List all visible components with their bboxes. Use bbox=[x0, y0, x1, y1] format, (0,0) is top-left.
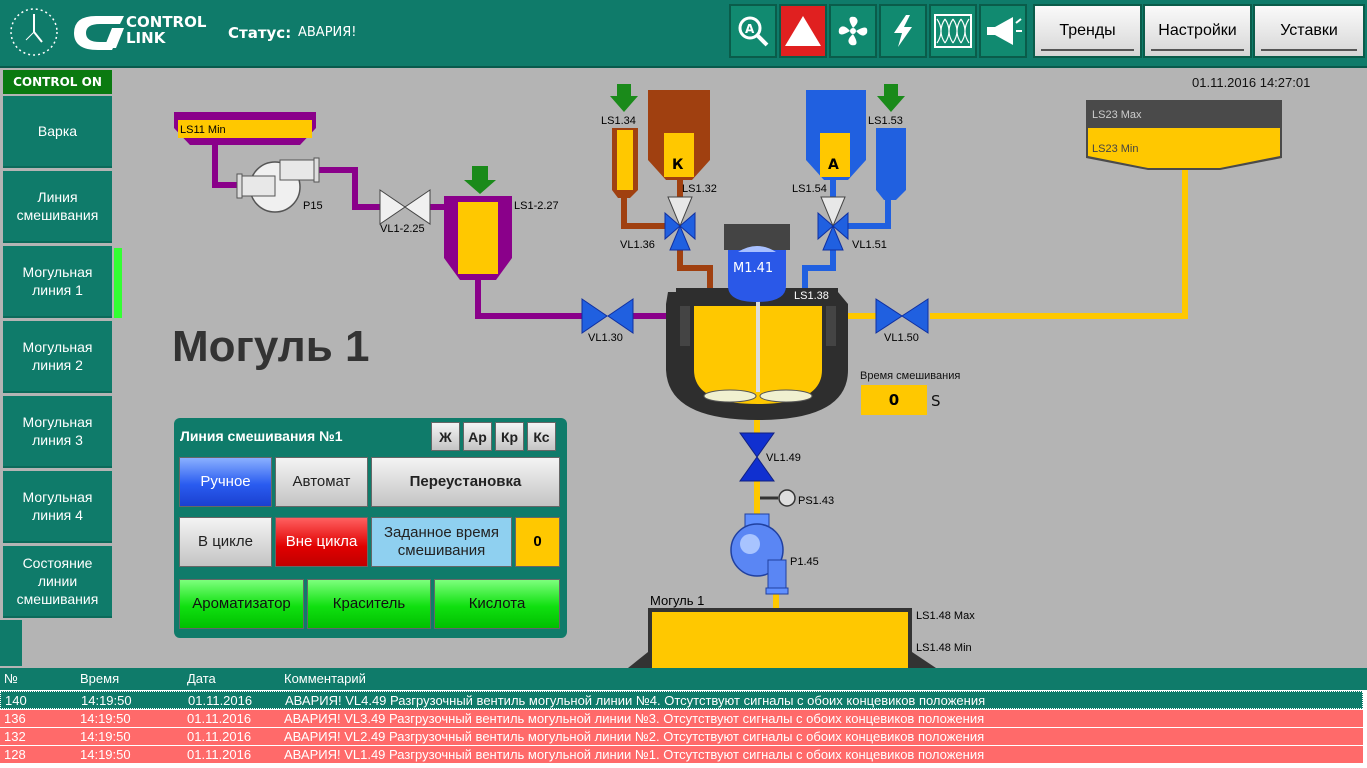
mogul-tank-label: Могуль 1 bbox=[650, 593, 704, 608]
row-num: 140 bbox=[5, 693, 27, 708]
mix-time-label: Время смешивания bbox=[860, 370, 961, 382]
table-row[interactable]: 128 14:19:50 01.11.2016 АВАРИЯ! VL1.49 Р… bbox=[0, 746, 1363, 764]
vl1-225-label: VL1-2.25 bbox=[380, 223, 425, 235]
mix-time-unit: S bbox=[931, 392, 941, 410]
set-mix-time-input[interactable]: 0 bbox=[515, 517, 560, 567]
row-time: 14:19:50 bbox=[80, 711, 131, 726]
p145-pump-icon[interactable] bbox=[730, 513, 789, 595]
fill-arrow-icon bbox=[610, 84, 638, 112]
mogul-tank bbox=[628, 608, 936, 668]
tag-ks-button[interactable]: Кс bbox=[527, 422, 556, 451]
vl1-36-valve-icon[interactable] bbox=[664, 196, 696, 251]
row-comment: АВАРИЯ! VL3.49 Разгрузочный вентиль могу… bbox=[284, 711, 985, 726]
row-num: 132 bbox=[4, 729, 26, 744]
k-tank: К bbox=[648, 90, 710, 180]
table-row[interactable]: 136 14:19:50 01.11.2016 АВАРИЯ! VL3.49 Р… bbox=[0, 710, 1363, 728]
ps1-43-label: PS1.43 bbox=[798, 495, 834, 507]
panel-title: Линия смешивания №1 bbox=[180, 428, 343, 444]
ls1-34-tank bbox=[610, 84, 638, 198]
vl1-225-valve-icon[interactable] bbox=[379, 189, 431, 225]
alarm-table: № Время Дата Комментарий 140 14:19:50 01… bbox=[0, 668, 1367, 768]
ls1-32-label: LS1.32 bbox=[682, 183, 717, 195]
p145-label: P1.45 bbox=[790, 556, 819, 568]
table-row[interactable]: 140 14:19:50 01.11.2016 АВАРИЯ! VL4.49 Р… bbox=[0, 691, 1363, 709]
ls1-227-label: LS1-2.27 bbox=[514, 200, 559, 212]
row-date: 01.11.2016 bbox=[187, 747, 252, 762]
row-time: 14:19:50 bbox=[81, 693, 132, 708]
auto-mode-button[interactable]: Автомат bbox=[275, 457, 368, 507]
vl1-36-label: VL1.36 bbox=[620, 239, 655, 251]
flavoring-button[interactable]: Ароматизатор bbox=[179, 579, 304, 629]
column-header-num: № bbox=[4, 671, 18, 686]
column-header-date: Дата bbox=[187, 671, 216, 686]
vl1-51-label: VL1.51 bbox=[852, 239, 887, 251]
table-row[interactable]: 132 14:19:50 01.11.2016 АВАРИЯ! VL2.49 Р… bbox=[0, 728, 1363, 746]
vl1-51-valve-icon[interactable] bbox=[817, 196, 849, 251]
page-title: Могуль 1 bbox=[172, 322, 370, 371]
ls1-48-max-label: LS1.48 Max bbox=[916, 610, 975, 622]
a-tank: А bbox=[806, 90, 866, 180]
alarm-table-header: № Время Дата Комментарий bbox=[0, 668, 1367, 690]
acid-button[interactable]: Кислота bbox=[434, 579, 560, 629]
row-date: 01.11.2016 bbox=[187, 711, 252, 726]
mixer-vessel bbox=[666, 288, 848, 420]
scada-screen: CONTROL LINK Статус: АВАРИЯ! A Тренды На… bbox=[0, 0, 1367, 768]
m141-motor-icon[interactable]: M1.41 bbox=[724, 224, 790, 302]
ls23-max-label: LS23 Max bbox=[1092, 109, 1142, 121]
m141-label: M1.41 bbox=[733, 261, 773, 276]
column-header-time: Время bbox=[80, 671, 120, 686]
ls1-227-hopper bbox=[444, 166, 512, 280]
ls1-54-label: LS1.54 bbox=[792, 183, 827, 195]
vl1-30-valve-icon[interactable] bbox=[581, 298, 634, 334]
row-num: 136 bbox=[4, 711, 26, 726]
ls1-53-tank bbox=[876, 84, 906, 200]
row-date: 01.11.2016 bbox=[187, 729, 252, 744]
row-comment: АВАРИЯ! VL4.49 Разгрузочный вентиль могу… bbox=[285, 693, 986, 708]
ls23-min-label: LS23 Min bbox=[1092, 143, 1138, 155]
ls11-label: LS11 Min bbox=[180, 124, 226, 136]
tag-ar-button[interactable]: Ар bbox=[463, 422, 492, 451]
manual-mode-button[interactable]: Ручное bbox=[179, 457, 272, 507]
a-tank-letter: А bbox=[828, 157, 839, 173]
p15-label: P15 bbox=[303, 200, 323, 212]
ls1-38-label: LS1.38 bbox=[794, 290, 829, 302]
ls1-34-label: LS1.34 bbox=[601, 115, 636, 127]
vl1-30-label: VL1.30 bbox=[588, 332, 623, 344]
dye-button[interactable]: Краситель bbox=[307, 579, 431, 629]
row-comment: АВАРИЯ! VL1.49 Разгрузочный вентиль могу… bbox=[284, 747, 985, 762]
ls11-hopper: LS11 Min bbox=[174, 112, 316, 145]
row-num: 128 bbox=[4, 747, 26, 762]
tag-kr-button[interactable]: Кр bbox=[495, 422, 524, 451]
in-cycle-button[interactable]: В цикле bbox=[179, 517, 272, 567]
set-mix-time-label: Заданное время смешивания bbox=[371, 517, 512, 567]
ls23-hopper: LS23 Max LS23 Min bbox=[1086, 100, 1282, 170]
column-header-comment: Комментарий bbox=[284, 671, 366, 686]
fill-arrow-icon bbox=[464, 166, 496, 194]
ps1-43-sensor-icon bbox=[760, 489, 796, 507]
fill-arrow-icon bbox=[877, 84, 905, 112]
vl1-50-label: VL1.50 bbox=[884, 332, 919, 344]
vl1-50-valve-icon[interactable] bbox=[875, 298, 929, 334]
out-of-cycle-button[interactable]: Вне цикла bbox=[275, 517, 368, 567]
ls1-53-label: LS1.53 bbox=[868, 115, 903, 127]
k-tank-letter: К bbox=[672, 157, 684, 173]
tag-zh-button[interactable]: Ж bbox=[431, 422, 460, 451]
row-comment: АВАРИЯ! VL2.49 Разгрузочный вентиль могу… bbox=[284, 729, 985, 744]
row-time: 14:19:50 bbox=[80, 729, 131, 744]
reset-button[interactable]: Переустановка bbox=[371, 457, 560, 507]
mix-time-value: 0 bbox=[861, 385, 927, 415]
vl1-49-label: VL1.49 bbox=[766, 452, 801, 464]
mixing-line-panel: Линия смешивания №1 Ж Ар Кр Кс Ручное Ав… bbox=[174, 418, 567, 638]
row-time: 14:19:50 bbox=[80, 747, 131, 762]
row-date: 01.11.2016 bbox=[188, 693, 253, 708]
ls1-48-min-label: LS1.48 Min bbox=[916, 642, 972, 654]
